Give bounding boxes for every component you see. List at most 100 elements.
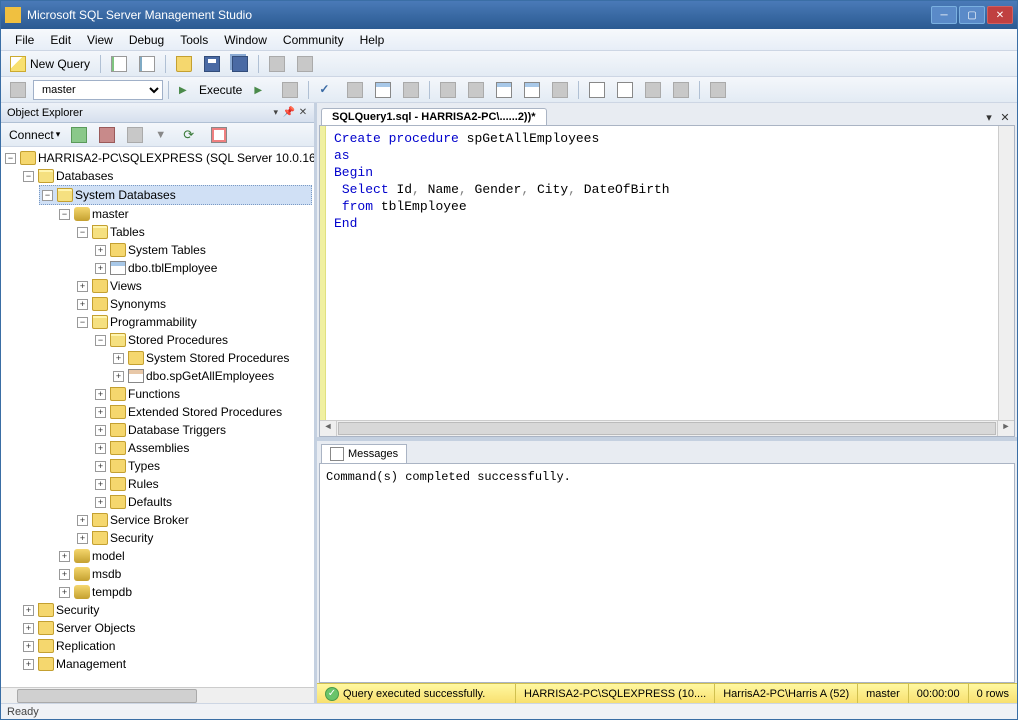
registered-servers-button[interactable] xyxy=(292,53,318,75)
expander-icon[interactable]: + xyxy=(95,497,106,508)
tree-types[interactable]: +Types xyxy=(93,457,312,475)
tree-ext-sp[interactable]: +Extended Stored Procedures xyxy=(93,403,312,421)
menu-window[interactable]: Window xyxy=(216,31,275,49)
expander-icon[interactable]: − xyxy=(5,153,16,164)
uncomment-button[interactable] xyxy=(612,79,638,101)
tree-replication[interactable]: +Replication xyxy=(21,637,312,655)
menu-view[interactable]: View xyxy=(79,31,121,49)
results-grid-button[interactable] xyxy=(519,79,545,101)
include-stats-button[interactable] xyxy=(463,79,489,101)
expander-icon[interactable]: + xyxy=(95,443,106,454)
results-text-button[interactable] xyxy=(491,79,517,101)
expander-icon[interactable]: + xyxy=(95,389,106,400)
indent-button[interactable] xyxy=(668,79,694,101)
tree-programmability[interactable]: −Programmability xyxy=(75,313,312,331)
oe-filter-button[interactable] xyxy=(150,124,176,146)
expander-icon[interactable]: + xyxy=(95,425,106,436)
dropdown-icon[interactable]: ▾ xyxy=(269,107,282,118)
object-tree[interactable]: −HARRISA2-PC\SQLEXPRESS (SQL Server 10.0… xyxy=(1,147,314,687)
tree-root-security[interactable]: +Security xyxy=(21,601,312,619)
tree-views[interactable]: +Views xyxy=(75,277,312,295)
tree-master[interactable]: −master xyxy=(57,205,312,223)
tree-system-databases[interactable]: −System Databases xyxy=(39,185,312,205)
tree-security-db[interactable]: +Security xyxy=(75,529,312,547)
tree-scrollbar[interactable] xyxy=(1,687,314,703)
tree-spgetallemployees[interactable]: +dbo.spGetAllEmployees xyxy=(111,367,312,385)
tree-server[interactable]: −HARRISA2-PC\SQLEXPRESS (SQL Server 10.0… xyxy=(3,149,312,167)
tree-management[interactable]: +Management xyxy=(21,655,312,673)
expander-icon[interactable]: − xyxy=(59,209,70,220)
database-combo[interactable]: master xyxy=(33,80,163,100)
results-file-button[interactable] xyxy=(547,79,573,101)
debug-button[interactable] xyxy=(249,79,275,101)
expander-icon[interactable]: + xyxy=(59,569,70,580)
tree-server-objects[interactable]: +Server Objects xyxy=(21,619,312,637)
oe-disconnect-button[interactable] xyxy=(94,124,120,146)
scrollbar-thumb[interactable] xyxy=(17,689,197,703)
expander-icon[interactable]: + xyxy=(23,623,34,634)
tab-close-icon[interactable]: ✕ xyxy=(997,109,1013,125)
expander-icon[interactable]: + xyxy=(95,407,106,418)
tree-stored-procedures[interactable]: −Stored Procedures xyxy=(93,331,312,349)
tree-system-sp[interactable]: +System Stored Procedures xyxy=(111,349,312,367)
expander-icon[interactable]: + xyxy=(23,659,34,670)
new-project-button[interactable] xyxy=(106,53,132,75)
expander-icon[interactable]: + xyxy=(95,479,106,490)
editor-tab[interactable]: SQLQuery1.sql - HARRISA2-PC\......2))* xyxy=(321,108,547,125)
cancel-query-button[interactable] xyxy=(277,79,303,101)
expander-icon[interactable]: + xyxy=(59,551,70,562)
expander-icon[interactable]: + xyxy=(59,587,70,598)
tree-synonyms[interactable]: +Synonyms xyxy=(75,295,312,313)
menu-help[interactable]: Help xyxy=(352,31,393,49)
oe-connect-icon-button[interactable] xyxy=(66,124,92,146)
save-all-button[interactable] xyxy=(227,53,253,75)
expander-icon[interactable]: + xyxy=(77,299,88,310)
messages-output[interactable]: Command(s) completed successfully. xyxy=(319,463,1015,683)
tree-tables[interactable]: −Tables xyxy=(75,223,312,241)
intellisense-button[interactable] xyxy=(398,79,424,101)
tree-defaults[interactable]: +Defaults xyxy=(93,493,312,511)
include-plan-button[interactable] xyxy=(435,79,461,101)
new-item-button[interactable] xyxy=(134,53,160,75)
save-button[interactable] xyxy=(199,53,225,75)
tree-rules[interactable]: +Rules xyxy=(93,475,312,493)
menu-edit[interactable]: Edit xyxy=(42,31,79,49)
expander-icon[interactable]: + xyxy=(23,605,34,616)
expander-icon[interactable]: + xyxy=(95,461,106,472)
expander-icon[interactable]: + xyxy=(77,281,88,292)
menu-file[interactable]: File xyxy=(7,31,42,49)
expander-icon[interactable]: − xyxy=(77,227,88,238)
oe-refresh-button[interactable] xyxy=(178,124,204,146)
connect-button[interactable]: Connect xyxy=(5,126,64,144)
expander-icon[interactable]: − xyxy=(77,317,88,328)
tree-model[interactable]: +model xyxy=(57,547,312,565)
sql-editor[interactable]: Create procedure spGetAllEmployees as Be… xyxy=(320,126,1014,420)
tab-dropdown-icon[interactable]: ▾ xyxy=(981,109,997,125)
menu-community[interactable]: Community xyxy=(275,31,352,49)
display-plan-button[interactable] xyxy=(342,79,368,101)
tree-service-broker[interactable]: +Service Broker xyxy=(75,511,312,529)
oe-properties-button[interactable] xyxy=(206,124,232,146)
tree-msdb[interactable]: +msdb xyxy=(57,565,312,583)
menu-debug[interactable]: Debug xyxy=(121,31,172,49)
menu-tools[interactable]: Tools xyxy=(172,31,216,49)
execute-button[interactable]: Execute xyxy=(174,79,247,101)
new-query-button[interactable]: New Query xyxy=(5,53,95,75)
editor-code[interactable]: Create procedure spGetAllEmployees as Be… xyxy=(326,126,998,420)
tree-functions[interactable]: +Functions xyxy=(93,385,312,403)
expander-icon[interactable]: − xyxy=(42,190,53,201)
open-button[interactable] xyxy=(171,53,197,75)
activity-button[interactable] xyxy=(264,53,290,75)
expander-icon[interactable]: + xyxy=(113,353,124,364)
pin-icon[interactable]: 📌 xyxy=(282,106,296,120)
expander-icon[interactable]: + xyxy=(77,533,88,544)
outdent-button[interactable] xyxy=(640,79,666,101)
expander-icon[interactable]: + xyxy=(23,641,34,652)
expander-icon[interactable]: − xyxy=(95,335,106,346)
comment-button[interactable] xyxy=(584,79,610,101)
connection-button[interactable] xyxy=(5,79,31,101)
parse-button[interactable] xyxy=(314,79,340,101)
tree-db-triggers[interactable]: +Database Triggers xyxy=(93,421,312,439)
expander-icon[interactable]: + xyxy=(77,515,88,526)
expander-icon[interactable]: + xyxy=(113,371,124,382)
